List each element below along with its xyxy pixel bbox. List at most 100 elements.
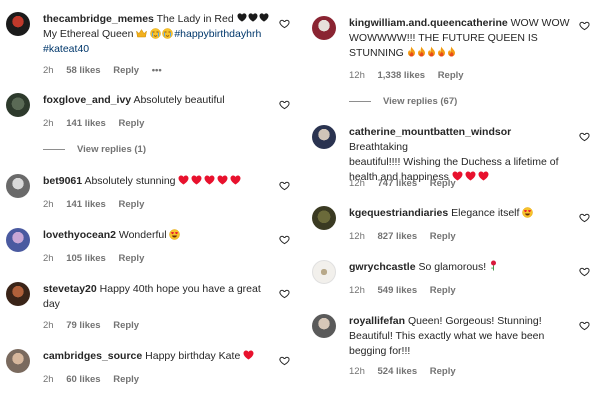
- comment-time[interactable]: 2h: [43, 320, 54, 331]
- red-heart-emoji: [178, 175, 189, 185]
- heart-outline-icon[interactable]: [579, 20, 590, 31]
- comment-time[interactable]: 12h: [349, 366, 365, 377]
- avatar[interactable]: [312, 206, 336, 230]
- comment-time[interactable]: 12h: [349, 178, 365, 189]
- comment-text: Queen! Gorgeous! Stunning!: [407, 315, 542, 327]
- avatar[interactable]: [6, 349, 30, 373]
- comment-body: royallifefan Queen! Gorgeous! Stunning! …: [349, 314, 572, 359]
- username[interactable]: catherine_mountbatten_windsor: [349, 126, 511, 138]
- comment-body: lovethyocean2 Wonderful: [43, 228, 272, 243]
- comment-time[interactable]: 2h: [43, 374, 54, 385]
- likes-count[interactable]: 747 likes: [378, 178, 418, 189]
- comment-text: The Lady in Red: [156, 13, 234, 25]
- likes-count[interactable]: 141 likes: [66, 118, 106, 129]
- heart-outline-icon[interactable]: [279, 99, 290, 110]
- comment-meta: 2h 79 likes Reply: [43, 320, 149, 331]
- comment-meta: 2h 60 likes Reply: [43, 374, 149, 385]
- reply-button[interactable]: Reply: [118, 118, 144, 129]
- rose-emoji: [489, 260, 498, 271]
- reply-button[interactable]: Reply: [438, 70, 464, 81]
- comment-meta: 12h 827 likes Reply: [349, 231, 466, 242]
- username[interactable]: cambridges_source: [43, 350, 142, 362]
- likes-count[interactable]: 58 likes: [66, 65, 100, 76]
- comment-body: gwrychcastle So glamorous!: [349, 260, 572, 275]
- avatar[interactable]: [312, 125, 336, 149]
- username[interactable]: kingwilliam.and.queencatherine: [349, 17, 508, 29]
- reply-button[interactable]: Reply: [430, 366, 456, 377]
- likes-count[interactable]: 105 likes: [66, 253, 106, 264]
- heart-outline-icon[interactable]: [579, 212, 590, 223]
- heart-outline-icon[interactable]: [279, 288, 290, 299]
- red-heart-emoji: [230, 175, 241, 185]
- comment-time[interactable]: 2h: [43, 199, 54, 210]
- username[interactable]: royallifefan: [349, 315, 405, 327]
- username[interactable]: stevetay20: [43, 283, 97, 295]
- heart-outline-icon[interactable]: [279, 180, 290, 191]
- reply-button[interactable]: Reply: [118, 199, 144, 210]
- comment-time[interactable]: 12h: [349, 70, 365, 81]
- username[interactable]: foxglove_and_ivy: [43, 94, 131, 106]
- comment-text-line2: day: [43, 298, 60, 310]
- reply-button[interactable]: Reply: [430, 285, 456, 296]
- comment-meta: 2h 141 likes Reply: [43, 118, 154, 129]
- heart-outline-icon[interactable]: [279, 234, 290, 245]
- black-heart-emoji: [248, 13, 258, 22]
- username[interactable]: bet9061: [43, 175, 82, 187]
- avatar[interactable]: [312, 16, 336, 40]
- likes-count[interactable]: 1,338 likes: [378, 70, 426, 81]
- crown-emoji: [136, 29, 147, 38]
- likes-count[interactable]: 524 likes: [378, 366, 418, 377]
- username[interactable]: gwrychcastle: [349, 261, 416, 273]
- comment-time[interactable]: 2h: [43, 253, 54, 264]
- comment-time[interactable]: 12h: [349, 285, 365, 296]
- likes-count[interactable]: 549 likes: [378, 285, 418, 296]
- username[interactable]: thecambridge_memes: [43, 13, 154, 25]
- likes-count[interactable]: 141 likes: [66, 199, 106, 210]
- comment-text: Absolutely stunning: [84, 175, 176, 187]
- heart-outline-icon[interactable]: [279, 18, 290, 29]
- view-replies-button[interactable]: View replies (1): [43, 144, 146, 155]
- heart-outline-icon[interactable]: [579, 320, 590, 331]
- comment-text: So glamorous!: [418, 261, 487, 273]
- comment-time[interactable]: 12h: [349, 231, 365, 242]
- teary-emoji: [162, 28, 173, 39]
- reply-button[interactable]: Reply: [118, 253, 144, 264]
- likes-count[interactable]: 60 likes: [66, 374, 100, 385]
- avatar[interactable]: [312, 314, 336, 338]
- avatar[interactable]: [6, 282, 30, 306]
- avatar[interactable]: [6, 174, 30, 198]
- comment-time[interactable]: 2h: [43, 65, 54, 76]
- comment-text-line2: Beautiful! This exactly what we have bee…: [349, 330, 545, 342]
- heart-outline-icon[interactable]: [579, 131, 590, 142]
- likes-count[interactable]: 827 likes: [378, 231, 418, 242]
- hashtag[interactable]: #happybirthdayhrh: [174, 28, 261, 40]
- more-options-icon[interactable]: •••: [152, 65, 162, 76]
- avatar[interactable]: [6, 93, 30, 117]
- comment-time[interactable]: 2h: [43, 118, 54, 129]
- reply-button[interactable]: Reply: [113, 374, 139, 385]
- comment-text: Elegance itself: [451, 207, 520, 219]
- comment-body: kingwilliam.and.queencatherine WOW WOW W…: [349, 16, 572, 61]
- likes-count[interactable]: 79 likes: [66, 320, 100, 331]
- username[interactable]: kgequestriandiaries: [349, 207, 448, 219]
- heart-outline-icon[interactable]: [579, 266, 590, 277]
- comment-body: cambridges_source Happy birthday Kate: [43, 349, 272, 364]
- comment-meta: 2h 141 likes Reply: [43, 199, 154, 210]
- reply-button[interactable]: Reply: [430, 231, 456, 242]
- black-heart-emoji: [237, 13, 247, 22]
- hashtag[interactable]: #kateat40: [43, 43, 89, 55]
- comment-text: WOW WOW: [510, 17, 570, 29]
- reply-button[interactable]: Reply: [113, 65, 139, 76]
- heart-outline-icon[interactable]: [279, 355, 290, 366]
- view-replies-button[interactable]: View replies (67): [349, 96, 457, 107]
- avatar[interactable]: [6, 228, 30, 252]
- reply-button[interactable]: Reply: [113, 320, 139, 331]
- avatar[interactable]: [312, 260, 336, 284]
- reply-button[interactable]: Reply: [430, 178, 456, 189]
- view-replies-label[interactable]: View replies (1): [77, 144, 146, 155]
- avatar[interactable]: [6, 12, 30, 36]
- fire-emoji: [437, 46, 446, 57]
- view-replies-label[interactable]: View replies (67): [383, 96, 457, 107]
- comment-text-line2: WOWWWW!!! THE FUTURE QUEEN IS: [349, 32, 538, 44]
- username[interactable]: lovethyocean2: [43, 229, 116, 241]
